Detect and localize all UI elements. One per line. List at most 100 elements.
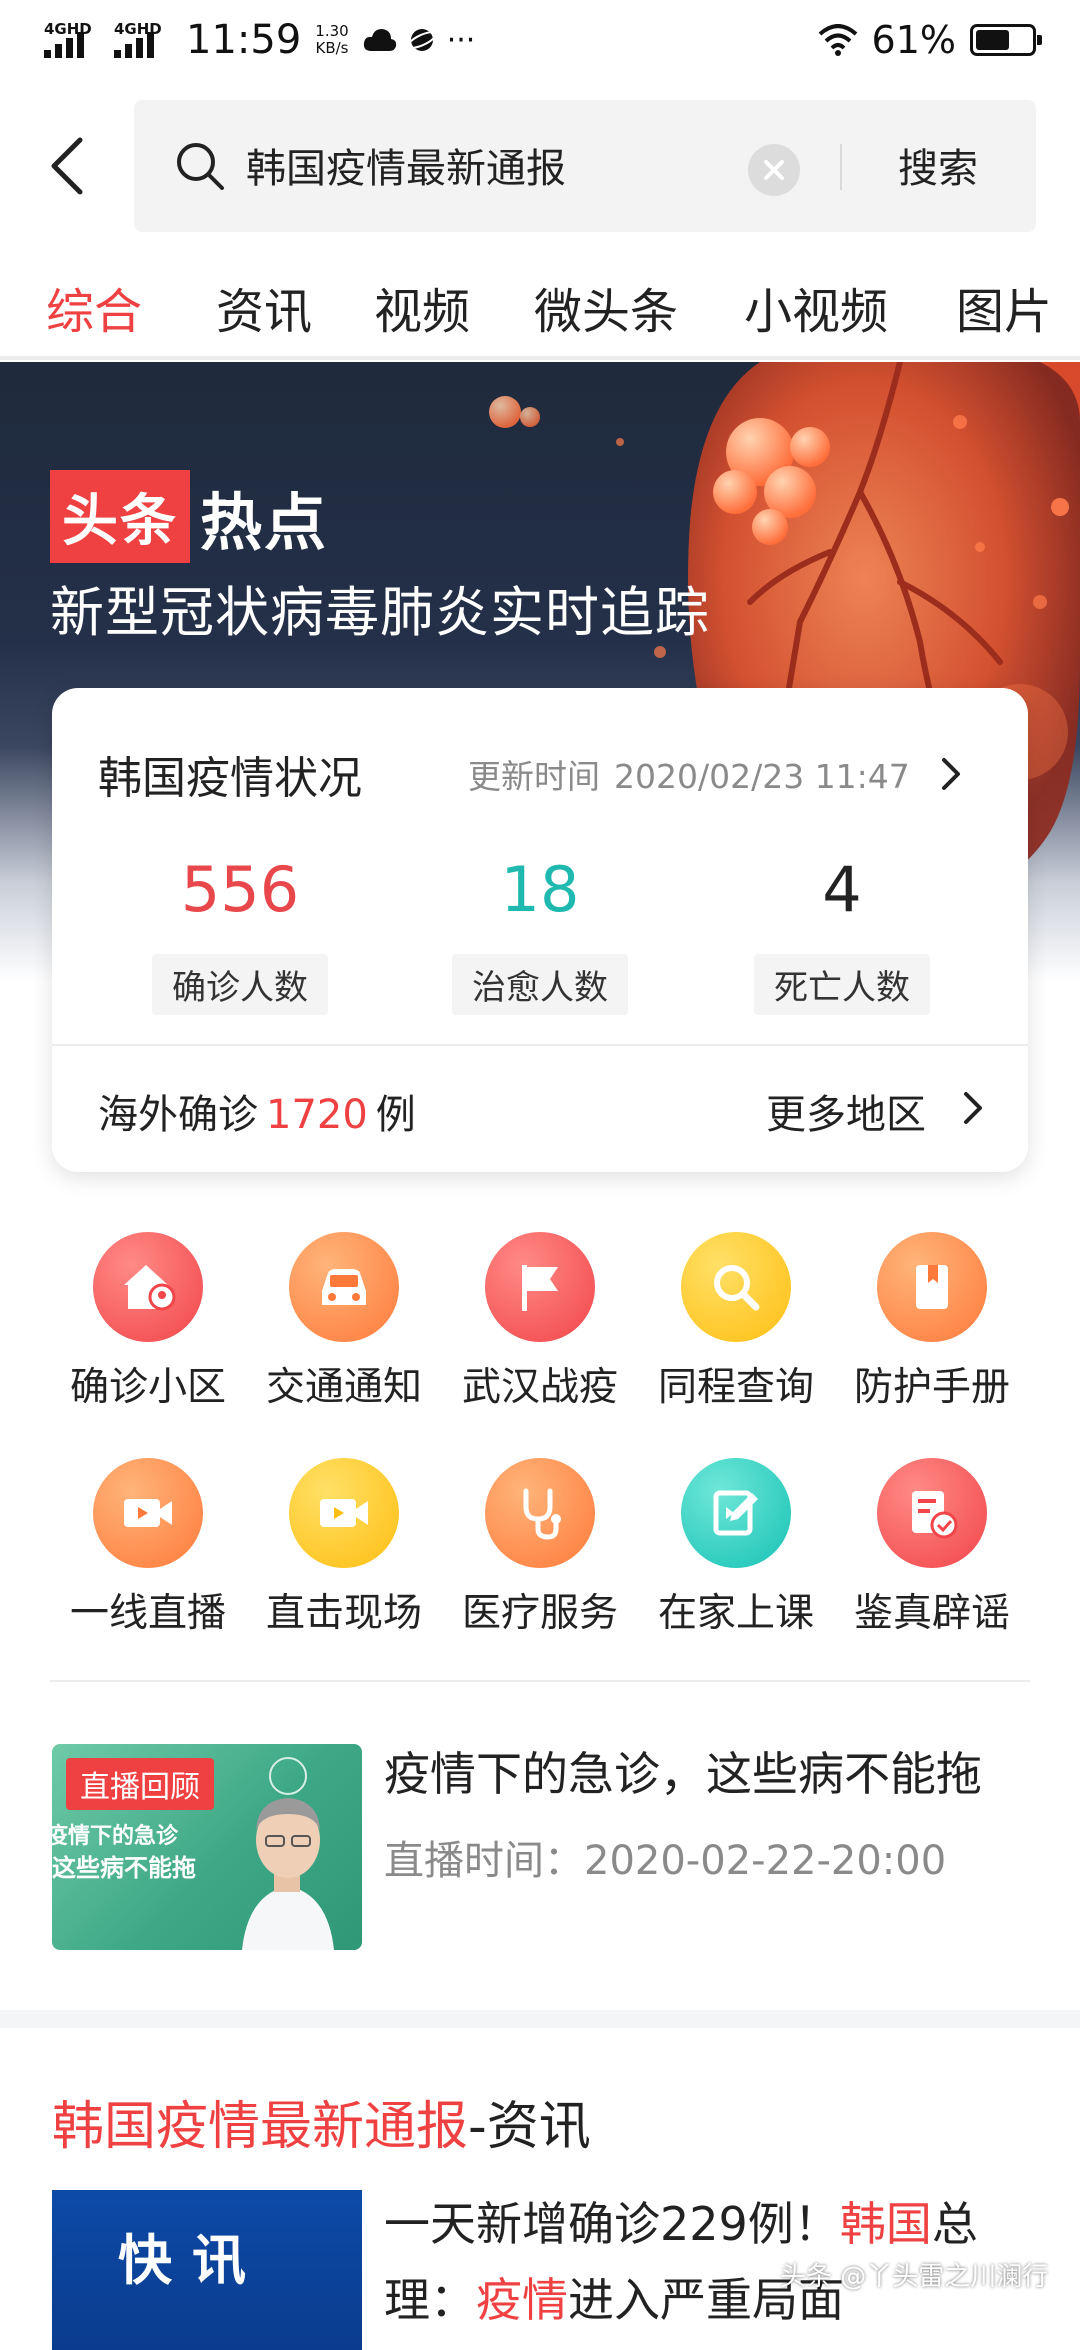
- news-section-title[interactable]: 韩国疫情最新通报-资讯: [52, 2084, 591, 2159]
- brand-white-label: 热点: [200, 485, 329, 559]
- card-divider: [52, 1044, 1028, 1046]
- video-camera-icon: [289, 1458, 399, 1568]
- search-input[interactable]: 韩国疫情最新通报 搜索: [134, 100, 1036, 232]
- search-query[interactable]: 韩国疫情最新通报: [246, 136, 566, 194]
- tabs-divider: [0, 356, 1080, 360]
- car-icon: [289, 1232, 399, 1342]
- planet-icon: [406, 29, 437, 51]
- stat-value: 556: [180, 853, 300, 926]
- flag-icon: [485, 1232, 595, 1342]
- stat-value: 18: [500, 853, 580, 926]
- thumbnail-caption: 疫情下的急诊: [52, 1824, 179, 1849]
- service-home-class[interactable]: 在家上课: [638, 1458, 834, 1638]
- more-notifications-icon: ···: [446, 22, 476, 58]
- network-speed-unit: KB/s: [315, 39, 349, 57]
- live-item-time: 直播时间：2020-02-22-20:00: [384, 1828, 946, 1886]
- epidemic-stats-card[interactable]: 韩国疫情状况 更新时间 2020/02/23 11:47 556 确诊人数 18 …: [52, 688, 1028, 1172]
- section-title-rest: -资讯: [468, 2097, 591, 2157]
- book-icon: [877, 1232, 987, 1342]
- live-item-title[interactable]: 疫情下的急诊，这些病不能拖: [384, 1738, 982, 1804]
- service-label: 在家上课: [657, 1591, 814, 1636]
- divider: [840, 144, 842, 190]
- news-thumbnail-text: 快讯: [118, 2228, 266, 2292]
- news-title-part: 一天新增确诊229例！: [384, 2197, 840, 2251]
- live-time-value: 2020-02-22-20:00: [584, 1838, 947, 1884]
- clock: 11:59: [186, 17, 302, 63]
- stat-value: 4: [822, 853, 862, 926]
- news-thumbnail[interactable]: 快讯: [52, 2190, 362, 2350]
- stethoscope-icon: [485, 1458, 595, 1568]
- live-replay-thumbnail[interactable]: 直播回顾 疫情下的急诊 这些病不能拖: [52, 1744, 362, 1950]
- service-label: 防护手册: [853, 1365, 1010, 1410]
- news-title-highlight: 疫情: [476, 2273, 568, 2327]
- service-medical[interactable]: 医疗服务: [442, 1458, 638, 1638]
- overseas-count: 1720: [266, 1092, 368, 1138]
- update-time-value: 2020/02/23 11:47: [614, 757, 910, 796]
- edit-icon: [681, 1458, 791, 1568]
- stat-label: 确诊人数: [152, 954, 328, 1015]
- service-label: 武汉战疫: [461, 1365, 618, 1410]
- search-icon: [681, 1232, 791, 1342]
- chevron-right-icon[interactable]: [938, 754, 966, 794]
- wifi-icon: [818, 24, 857, 56]
- banner-subtitle: 新型冠状病毒肺炎实时追踪: [50, 581, 710, 644]
- service-protection-manual[interactable]: 防护手册: [834, 1232, 1030, 1412]
- service-label: 同程查询: [657, 1365, 814, 1410]
- stat-confirmed: 556 确诊人数: [90, 850, 390, 1015]
- tab-video[interactable]: 视频: [374, 272, 470, 342]
- update-time: 更新时间 2020/02/23 11:47: [468, 750, 910, 798]
- service-same-trip-query[interactable]: 同程查询: [638, 1232, 834, 1412]
- section-title-highlight: 韩国疫情最新通报: [52, 2097, 469, 2157]
- search-button[interactable]: 搜索: [898, 136, 978, 194]
- notification-icons: ···: [363, 22, 476, 58]
- service-label: 一线直播: [69, 1591, 226, 1636]
- signal-icon: 4GHD: [114, 20, 170, 58]
- service-label: 交通通知: [265, 1365, 422, 1410]
- battery-percentage: 61%: [871, 18, 956, 62]
- video-camera-icon: [93, 1458, 203, 1568]
- network-speed-value: 1.30: [315, 22, 349, 40]
- tab-news[interactable]: 资讯: [216, 272, 312, 342]
- service-confirmed-communities[interactable]: 确诊小区: [50, 1232, 246, 1412]
- close-icon: [764, 160, 784, 180]
- signal-icon: 4GHD: [44, 20, 100, 58]
- stat-deaths: 4 死亡人数: [692, 850, 992, 1015]
- tab-comprehensive[interactable]: 综合: [46, 272, 142, 342]
- service-frontline-live[interactable]: 一线直播: [50, 1458, 246, 1638]
- category-tabs: 综合 资讯 视频 微头条 小视频 图片: [0, 260, 1080, 354]
- service-traffic-notice[interactable]: 交通通知: [246, 1232, 442, 1412]
- service-label: 鉴真辟谣: [853, 1591, 1010, 1636]
- clear-search-button[interactable]: [748, 144, 800, 196]
- service-rumor-check[interactable]: 鉴真辟谣: [834, 1458, 1030, 1638]
- service-live-scene[interactable]: 直击现场: [246, 1458, 442, 1638]
- service-wuhan-fight[interactable]: 武汉战疫: [442, 1232, 638, 1412]
- home-pin-icon: [93, 1232, 203, 1342]
- cloud-icon: [363, 29, 396, 51]
- network-speed: 1.30 KB/s: [315, 23, 348, 57]
- live-time-label: 直播时间：: [384, 1838, 584, 1884]
- more-regions-link[interactable]: 更多地区: [766, 1082, 926, 1140]
- section-spacer: [0, 2010, 1080, 2028]
- tab-short-video[interactable]: 小视频: [744, 272, 888, 342]
- back-arrow-icon[interactable]: [40, 134, 100, 198]
- chevron-right-icon[interactable]: [960, 1088, 988, 1128]
- tab-micro-headline[interactable]: 微头条: [534, 272, 678, 342]
- service-label: 直击现场: [265, 1591, 422, 1636]
- brand-logo: 头条 热点: [50, 470, 328, 563]
- card-title: 韩国疫情状况: [98, 753, 362, 804]
- thumbnail-caption: 这些病不能拖: [52, 1854, 196, 1882]
- watermark: 头条 @丫头雷之川澜行: [780, 2262, 1049, 2292]
- search-icon: [177, 143, 224, 190]
- overseas-prefix: 海外确诊: [98, 1092, 258, 1138]
- section-divider: [50, 1680, 1030, 1682]
- stat-cured: 18 治愈人数: [390, 850, 690, 1015]
- tab-images[interactable]: 图片: [956, 272, 1052, 342]
- search-header: 韩国疫情最新通报 搜索: [0, 96, 1080, 236]
- status-bar: 4GHD 4GHD 11:59 1.30 KB/s ··· 61%: [0, 0, 1080, 80]
- network-indicators: 4GHD 4GHD: [44, 20, 170, 58]
- battery-icon: [970, 24, 1042, 56]
- update-time-label: 更新时间: [468, 757, 600, 796]
- overseas-confirmed: 海外确诊 1720 例: [98, 1082, 416, 1140]
- overseas-suffix: 例: [375, 1092, 416, 1138]
- stat-label: 死亡人数: [754, 954, 930, 1015]
